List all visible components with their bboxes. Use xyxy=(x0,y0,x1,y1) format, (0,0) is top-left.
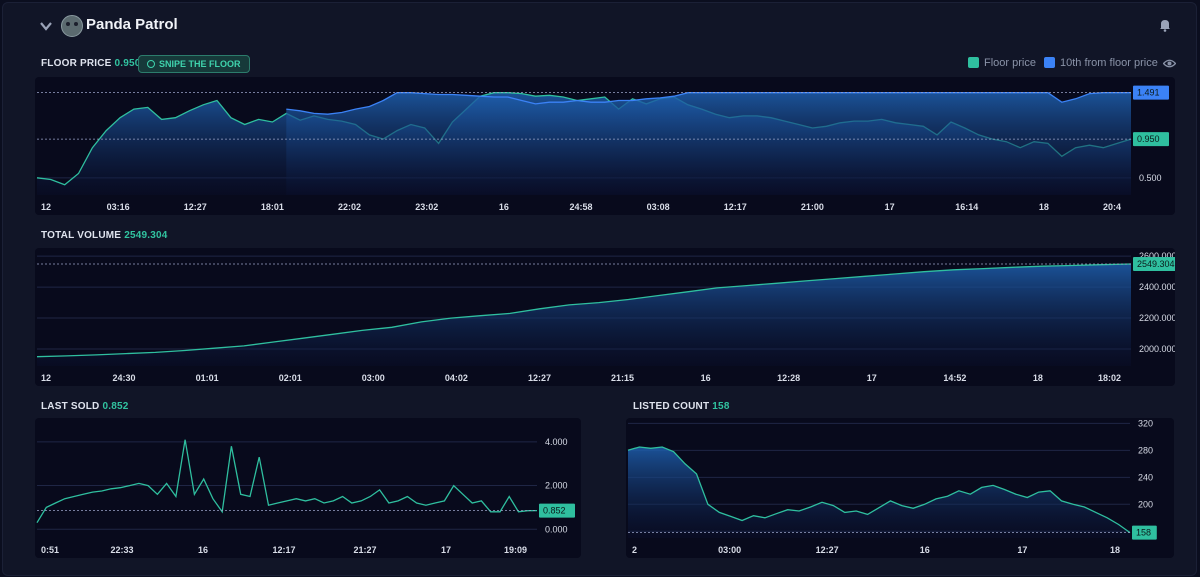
total-volume-chart[interactable]: 2600.0002400.0002200.0002000.0002549.304… xyxy=(35,248,1175,386)
x-tick-label: 16 xyxy=(920,545,930,555)
floor-price-value: 0.950 xyxy=(114,58,141,69)
y-tick-label: 200 xyxy=(1138,499,1153,509)
price-tag-label: 0.950 xyxy=(1137,134,1160,144)
eye-icon[interactable] xyxy=(1163,58,1176,69)
collection-panel: Panda Patrol FLOOR PRICE 0.950 SNIPE THE … xyxy=(2,2,1197,576)
y-tick-label: 2400.000 xyxy=(1139,282,1175,292)
floor-price-chart[interactable]: 0.500 1.491 0.950 12 03:16 12:27 18:01 22:02 23:… xyxy=(35,77,1175,215)
x-tick-label: 18:01 xyxy=(261,202,284,212)
x-tick-label: 17 xyxy=(885,202,895,212)
snipe-floor-button[interactable]: SNIPE THE FLOOR xyxy=(138,55,250,73)
x-tick-label: 12:17 xyxy=(272,545,295,555)
legend-swatch-10th xyxy=(1044,57,1055,68)
listed-count-chart[interactable]: 320280240200160158203:0012:27161718 xyxy=(626,418,1174,558)
x-tick-label: 03:08 xyxy=(647,202,670,212)
listed-count-title: LISTED COUNT xyxy=(633,401,710,412)
x-tick-label: 18 xyxy=(1033,373,1043,383)
x-tick-label: 17 xyxy=(441,545,451,555)
last-sold-chart[interactable]: 4.000 2.000 0.000 0.852 0:51 22:33 16 12:17 21:2… xyxy=(35,418,581,558)
legend-label-floor: Floor price xyxy=(984,57,1036,69)
y-tick-label: 2000.000 xyxy=(1139,344,1175,354)
panda-avatar-icon xyxy=(61,15,83,37)
x-tick-label: 12:27 xyxy=(816,545,839,555)
listed-count-label: LISTED COUNT 158 xyxy=(633,401,730,412)
bell-icon[interactable] xyxy=(1158,18,1172,32)
x-tick-label: 16 xyxy=(701,373,711,383)
x-tick-label: 16 xyxy=(499,202,509,212)
legend-label-10th: 10th from floor price xyxy=(1060,57,1158,69)
y-tick-label: 2.000 xyxy=(545,481,568,491)
x-tick-label: 18 xyxy=(1110,545,1120,555)
x-tick-label: 24:30 xyxy=(113,373,136,383)
x-tick-label: 24:58 xyxy=(569,202,592,212)
y-tick-label: 240 xyxy=(1138,472,1153,482)
x-tick-label: 16 xyxy=(198,545,208,555)
price-tag-label: 0.852 xyxy=(543,506,566,516)
x-tick-label: 17 xyxy=(1017,545,1027,555)
price-tag-label: 2549.304 xyxy=(1137,259,1175,269)
last-sold-value: 0.852 xyxy=(102,401,129,412)
x-tick-label: 0:51 xyxy=(41,545,59,555)
floor-price-label: FLOOR PRICE 0.950 xyxy=(41,58,141,69)
x-tick-label: 19:09 xyxy=(504,545,527,555)
x-tick-label: 03:00 xyxy=(362,373,385,383)
legend-swatch-floor xyxy=(968,57,979,68)
floor-price-title: FLOOR PRICE xyxy=(41,58,112,69)
listed-count-value: 158 xyxy=(712,401,730,412)
y-tick-label: 320 xyxy=(1138,418,1153,428)
snipe-floor-label: SNIPE THE FLOOR xyxy=(159,59,241,69)
x-tick-label: 14:52 xyxy=(943,373,966,383)
x-tick-label: 20:4 xyxy=(1103,202,1121,212)
x-tick-label: 21:15 xyxy=(611,373,634,383)
x-tick-label: 12:27 xyxy=(184,202,207,212)
total-volume-value: 2549.304 xyxy=(124,230,168,241)
x-tick-label: 16:14 xyxy=(955,202,978,212)
panel-header: Panda Patrol xyxy=(3,3,1196,47)
collection-title: Panda Patrol xyxy=(86,16,178,33)
y-tick-label: 0.000 xyxy=(545,524,568,534)
x-tick-label: 12 xyxy=(41,373,51,383)
chevron-down-icon[interactable] xyxy=(39,19,53,33)
x-tick-label: 12:17 xyxy=(724,202,747,212)
x-tick-label: 22:02 xyxy=(338,202,361,212)
x-tick-label: 18:02 xyxy=(1098,373,1121,383)
x-tick-label: 2 xyxy=(632,545,637,555)
x-tick-label: 18 xyxy=(1039,202,1049,212)
x-tick-label: 04:02 xyxy=(445,373,468,383)
last-sold-title: LAST SOLD xyxy=(41,401,100,412)
x-tick-label: 23:02 xyxy=(415,202,438,212)
x-tick-label: 03:16 xyxy=(107,202,130,212)
y-tick-label: 280 xyxy=(1138,445,1153,455)
y-tick-label: 2200.000 xyxy=(1139,313,1175,323)
x-tick-label: 01:01 xyxy=(196,373,219,383)
x-tick-label: 12:27 xyxy=(528,373,551,383)
total-volume-title: TOTAL VOLUME xyxy=(41,230,122,241)
total-volume-label: TOTAL VOLUME 2549.304 xyxy=(41,230,168,241)
x-tick-label: 03:00 xyxy=(718,545,741,555)
x-tick-label: 02:01 xyxy=(279,373,302,383)
series-area xyxy=(286,92,1131,195)
last-sold-label: LAST SOLD 0.852 xyxy=(41,401,129,412)
x-tick-label: 22:33 xyxy=(110,545,133,555)
target-icon xyxy=(147,60,155,68)
price-tag-label: 1.491 xyxy=(1137,88,1160,98)
x-tick-label: 17 xyxy=(867,373,877,383)
x-tick-label: 21:00 xyxy=(801,202,824,212)
x-tick-label: 12:28 xyxy=(777,373,800,383)
y-tick-label: 0.500 xyxy=(1139,173,1162,183)
x-tick-label: 21:27 xyxy=(353,545,376,555)
legend-10th-floor-price[interactable]: 10th from floor price xyxy=(1044,57,1158,69)
y-tick-label: 4.000 xyxy=(545,437,568,447)
legend-floor-price[interactable]: Floor price xyxy=(968,57,1036,69)
x-tick-label: 12 xyxy=(41,202,51,212)
price-tag-label: 158 xyxy=(1136,528,1151,538)
